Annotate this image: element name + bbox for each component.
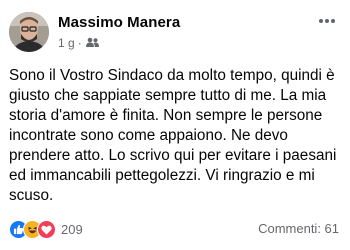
separator-dot: · <box>77 36 82 50</box>
comments-count[interactable]: Commenti: 61 <box>258 221 339 236</box>
post-body: Sono il Vostro Sindaco da molto tempo, q… <box>9 67 337 204</box>
love-icon <box>37 220 56 239</box>
author-name[interactable]: Massimo Manera <box>58 14 180 31</box>
more-options-icon[interactable] <box>317 14 337 28</box>
reaction-count: 209 <box>61 222 83 237</box>
avatar[interactable] <box>9 12 49 52</box>
reactions-summary[interactable]: 209 <box>9 220 83 239</box>
post-header: Massimo Manera 1 g · <box>9 12 341 54</box>
post-time[interactable]: 1 g <box>58 36 75 50</box>
post-footer: 209 Commenti: 61 <box>9 220 341 240</box>
post-meta: 1 g · <box>58 36 99 50</box>
friends-icon[interactable] <box>85 36 99 50</box>
